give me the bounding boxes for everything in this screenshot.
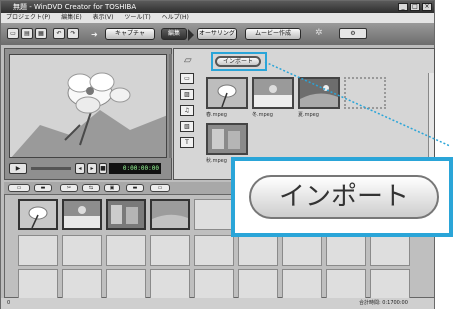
callout-leader-line [264,61,451,147]
import-button-zoomed[interactable]: インポート [249,175,439,219]
import-zoom-callout: インポート [231,157,453,237]
